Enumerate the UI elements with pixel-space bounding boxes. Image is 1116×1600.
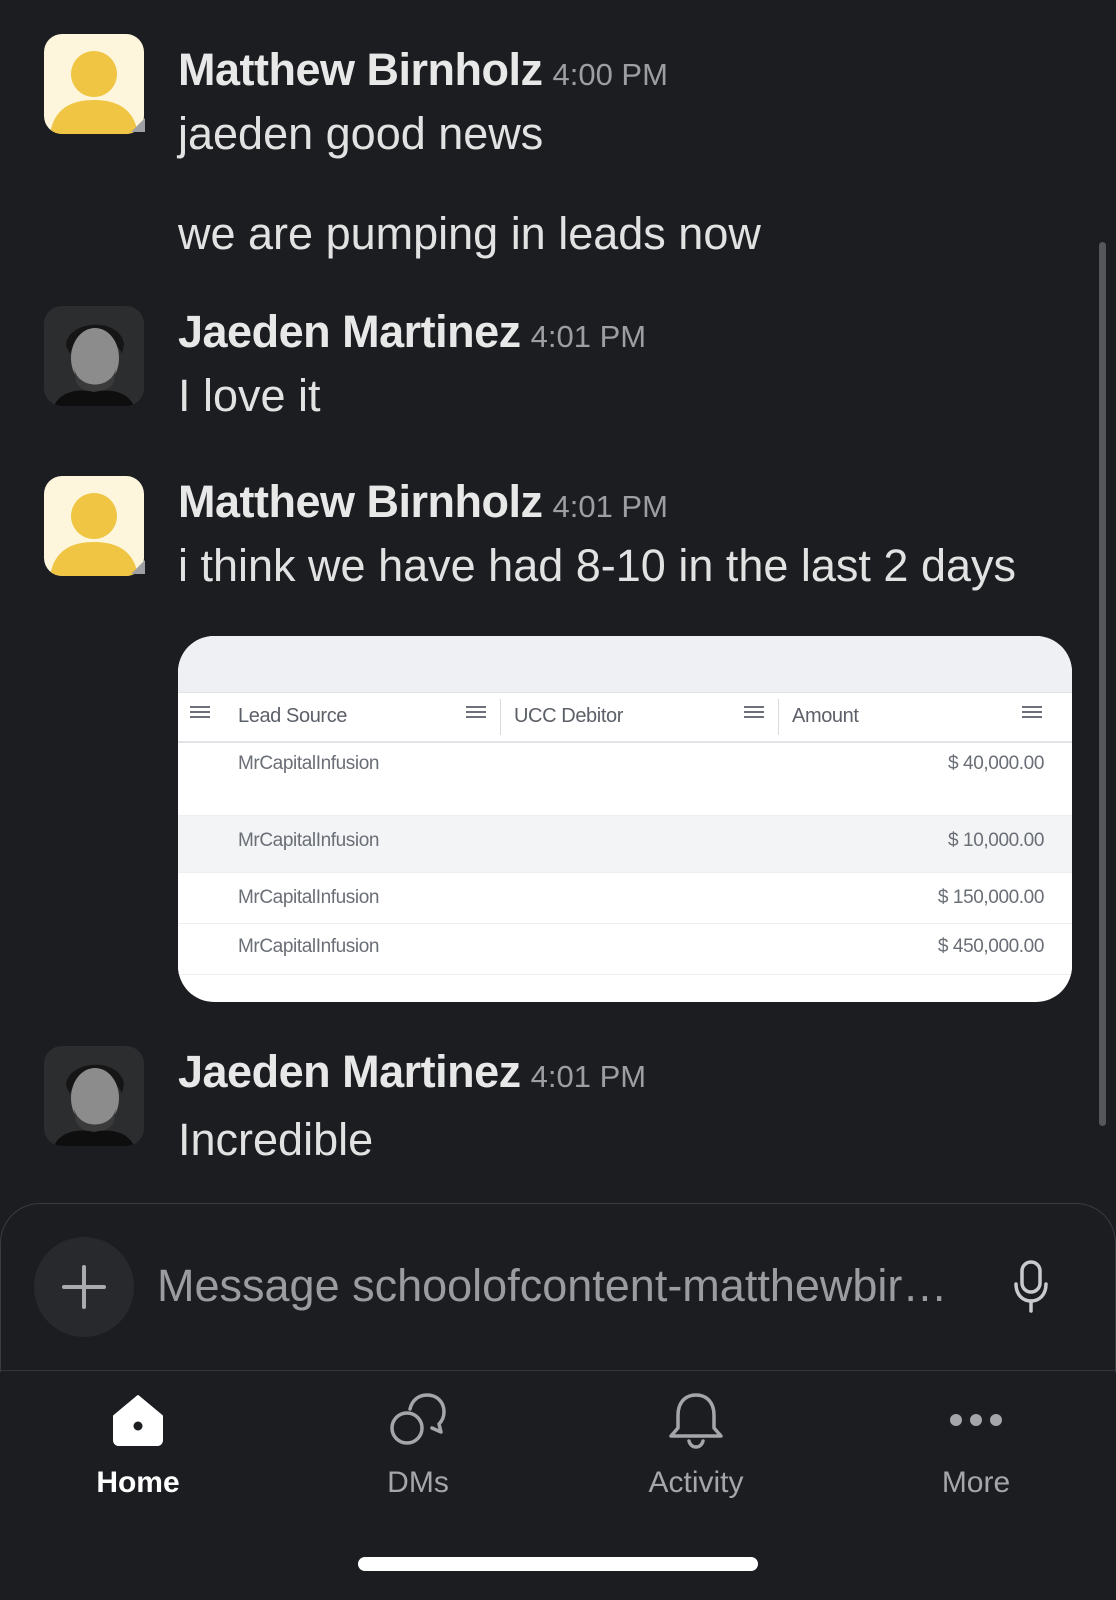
default-user-icon [50,493,138,576]
timestamp[interactable]: 4:01 PM [531,319,646,354]
column-menu-icon [190,703,210,723]
nav-more[interactable]: More [876,1372,1076,1502]
author-name[interactable]: Matthew Birnholz [178,476,543,527]
divider [0,1370,1116,1371]
add-attachment-button[interactable] [34,1237,134,1337]
amount-cell: $ 150,000.00 [937,887,1045,908]
author-name[interactable]: Jaeden Martinez [178,306,521,357]
attachment-header-band [178,636,1072,692]
timestamp[interactable]: 4:01 PM [552,489,667,524]
image-attachment[interactable]: Lead Source UCC Debitor Amount MrCapital… [178,636,1072,1002]
author-name[interactable]: Matthew Birnholz [178,44,543,95]
table-header: Lead Source UCC Debitor Amount [178,692,1072,743]
column-menu-icon [1022,703,1042,723]
home-icon [113,1395,163,1446]
avatar[interactable] [44,306,144,406]
message-composer: Message schoolofcontent-matthewbir… [0,1203,1116,1372]
lead-source-cell: MrCapitalInfusion [238,936,380,957]
lead-source-cell: MrCapitalInfusion [238,887,380,908]
more-dots-icon [950,1414,1002,1426]
presence-indicator [131,560,145,574]
column-divider [778,699,779,735]
nav-label: DMs [387,1466,449,1499]
column-header: Lead Source [238,705,348,727]
message-input[interactable]: Message schoolofcontent-matthewbir… [157,1260,977,1312]
microphone-icon[interactable] [1013,1260,1049,1314]
amount-cell: $ 10,000.00 [948,830,1044,851]
nav-dms[interactable]: DMs [318,1372,518,1502]
nav-home[interactable]: Home [38,1372,238,1502]
timestamp[interactable]: 4:00 PM [552,57,667,92]
message-text: we are pumping in leads now [178,208,761,259]
profile-photo-icon [44,1046,144,1146]
column-header: UCC Debitor [514,705,623,727]
message-text: jaeden good news [178,108,544,159]
avatar[interactable] [44,34,144,134]
presence-indicator [131,118,145,132]
column-menu-icon [466,703,486,723]
column-divider [500,699,501,735]
bell-icon [669,1393,723,1449]
avatar[interactable] [44,1046,144,1146]
message-text: I love it [178,370,321,421]
home-indicator[interactable] [358,1557,758,1571]
avatar[interactable] [44,476,144,576]
table-row: MrCapitalInfusion $ 10,000.00 [178,816,1072,873]
table-row: MrCapitalInfusion $ 450,000.00 [178,924,1072,975]
message-list[interactable]: Matthew Birnholz 4:00 PM jaeden good news… [0,0,1116,1200]
lead-source-cell: MrCapitalInfusion [238,753,380,774]
table-row: MrCapitalInfusion $ 150,000.00 [178,873,1072,924]
timestamp[interactable]: 4:01 PM [531,1059,646,1094]
plus-icon [62,1265,106,1309]
lead-source-cell: MrCapitalInfusion [238,830,380,851]
amount-cell: $ 450,000.00 [937,936,1045,957]
nav-label: Home [96,1466,180,1499]
author-name[interactable]: Jaeden Martinez [178,1046,521,1097]
scrollbar[interactable] [1099,242,1106,1126]
message-text: Incredible [178,1114,374,1165]
nav-activity[interactable]: Activity [596,1372,796,1502]
table-row: MrCapitalInfusion $ 40,000.00 [178,743,1072,816]
column-header: Amount [792,705,859,727]
message-text: i think we have had 8-10 in the last 2 d… [178,540,1017,591]
default-user-icon [50,51,138,134]
nav-label: Activity [648,1466,744,1499]
profile-photo-icon [44,306,144,406]
nav-label: More [941,1466,1011,1499]
column-menu-icon [744,703,764,723]
dms-icon [390,1393,446,1445]
amount-cell: $ 40,000.00 [948,753,1044,774]
